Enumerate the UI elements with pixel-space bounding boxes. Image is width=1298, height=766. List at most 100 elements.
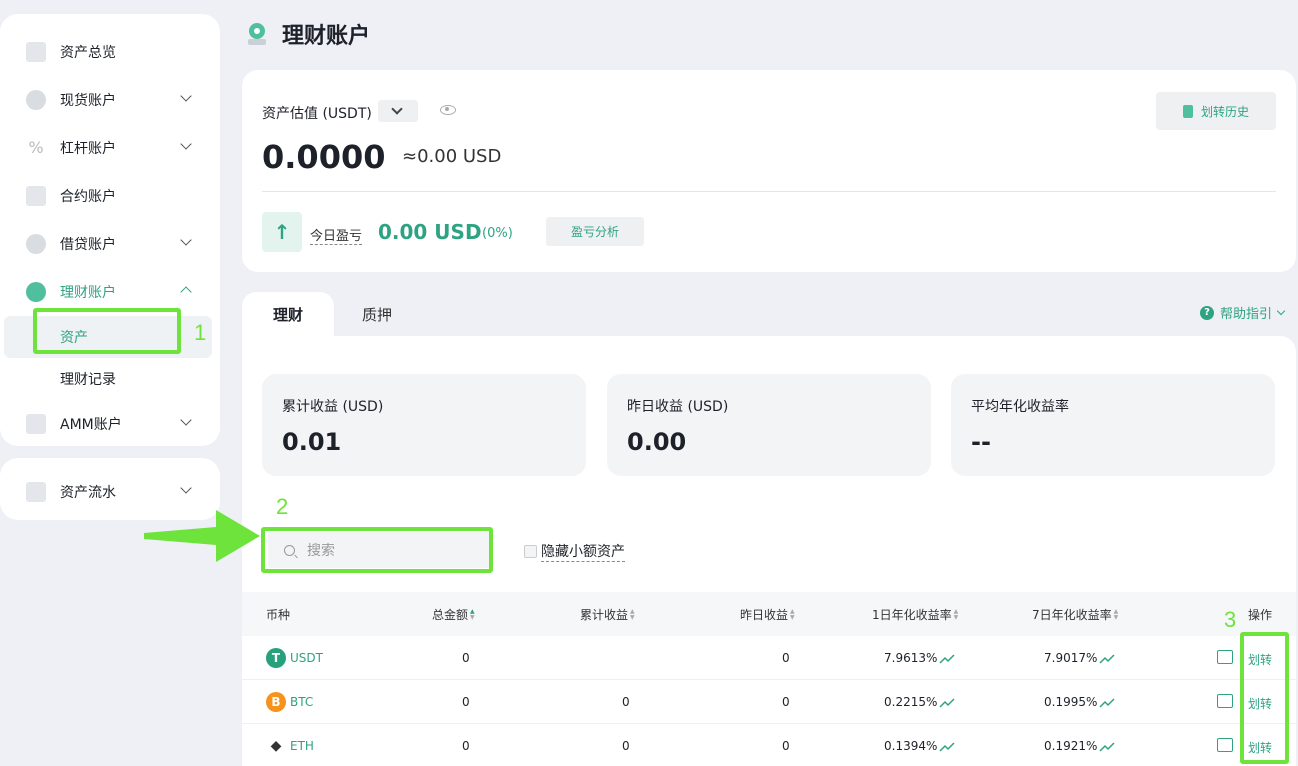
annotation-number-2: 2	[276, 494, 289, 519]
chart-icon[interactable]	[1217, 694, 1233, 708]
sidebar-item-label: 资产流水	[60, 485, 116, 501]
table-row: B BTC 0 0 0 0.2215% 0.1995% 划转	[242, 680, 1296, 724]
sidebar-item-loan[interactable]: 借贷账户	[0, 220, 220, 268]
trend-up-icon	[939, 697, 955, 708]
total-cell: 0	[462, 739, 470, 753]
stat-label: 累计收益 (USD)	[282, 399, 384, 415]
apr7-cell: 0.1995%	[1044, 695, 1115, 709]
transfer-history-label: 划转历史	[1200, 104, 1249, 119]
stat-card-apr: 平均年化收益率 --	[951, 374, 1275, 476]
usdt-icon: T	[266, 648, 286, 668]
chevron-down-icon	[180, 234, 192, 246]
chevron-down-icon	[180, 482, 192, 494]
search-input[interactable]: 搜索	[268, 532, 490, 568]
page-title: 理财账户	[246, 18, 370, 50]
estimate-approx: ≈0.00 USD	[402, 146, 502, 167]
sidebar-item-label: AMM账户	[60, 417, 122, 433]
col-apr-1d[interactable]: 1日年化收益率 ▲ ▼	[872, 606, 958, 623]
total-cell: 0	[462, 695, 470, 709]
col-action: 操作	[1248, 608, 1273, 622]
chevron-down-icon	[180, 138, 192, 150]
transfer-link[interactable]: 划转	[1248, 695, 1272, 712]
col-apr-7d[interactable]: 7日年化收益率 ▲ ▼	[1032, 606, 1118, 623]
apr1-cell: 7.9613%	[884, 651, 955, 665]
estimate-value: 0.0000	[262, 138, 386, 176]
estimate-label: 资产估值 (USDT)	[262, 106, 372, 122]
tab-earn[interactable]: 理财	[242, 292, 334, 336]
sidebar: 资产总览 现货账户 % 杠杆账户 合约账户 借贷账户 理财账户 资产 理财记录 …	[0, 14, 220, 446]
help-guide-link[interactable]: ? 帮助指引	[1199, 303, 1286, 322]
col-cumulative[interactable]: 累计收益 ▲ ▼	[580, 606, 635, 623]
annotation-number-3: 3	[1224, 607, 1237, 632]
coin-cell[interactable]: ◆ ETH	[266, 736, 314, 756]
tab-bar: 理财 质押 ? 帮助指引	[242, 292, 1296, 336]
sidebar-item-amm[interactable]: AMM账户	[0, 400, 220, 448]
sidebar-item-label: 理财账户	[60, 285, 116, 301]
search-icon	[284, 544, 295, 556]
sort-icon: ▲ ▼	[630, 607, 635, 621]
sidebar-item-spot[interactable]: 现货账户	[0, 76, 220, 124]
sidebar-subitem-assets[interactable]: 资产	[4, 316, 212, 358]
amm-icon	[26, 414, 46, 434]
sidebar-subitem-label: 资产	[60, 330, 88, 346]
cumulative-cell: 0	[622, 739, 630, 753]
chevron-up-icon	[180, 286, 192, 298]
today-pnl-label: 今日盈亏	[310, 225, 363, 245]
stat-card-yesterday: 昨日收益 (USD) 0.00	[607, 374, 931, 476]
trend-up-icon	[1099, 697, 1115, 708]
sort-icon: ▲ ▼	[953, 607, 959, 621]
stat-value: --	[971, 428, 991, 456]
divider	[262, 191, 1276, 192]
trend-up-icon	[1099, 741, 1115, 752]
summary-card: 资产估值 (USDT) 0.0000 ≈0.00 USD 划转历史 ↑ 今日盈亏…	[242, 70, 1296, 272]
transfer-link[interactable]: 划转	[1248, 651, 1272, 668]
annotation-number-1: 1	[194, 320, 207, 345]
document-icon	[1182, 104, 1193, 118]
sort-icon: ▲ ▼	[470, 607, 475, 621]
earn-icon	[26, 282, 46, 302]
trend-up-icon	[939, 741, 955, 752]
yesterday-cell: 0	[782, 651, 790, 665]
checkbox[interactable]	[524, 545, 537, 558]
transfer-history-button[interactable]: 划转历史	[1156, 92, 1276, 130]
sidebar-subitem-earn-records[interactable]: 理财记录	[0, 358, 220, 400]
sidebar-item-earn[interactable]: 理财账户	[0, 268, 220, 316]
coin-cell[interactable]: T USDT	[266, 648, 323, 668]
total-cell: 0	[462, 651, 470, 665]
today-pnl-value: 0.00 USD	[378, 220, 482, 244]
arrow-right-icon	[144, 510, 260, 562]
pnl-analysis-button[interactable]: 盈亏分析	[546, 217, 644, 246]
percent-icon: %	[28, 138, 44, 157]
apr7-cell: 0.1921%	[1044, 739, 1115, 753]
stat-label: 平均年化收益率	[971, 399, 1069, 415]
col-total[interactable]: 总金额 ▲ ▼	[432, 606, 475, 623]
transfer-link[interactable]: 划转	[1248, 739, 1272, 756]
coin-cell[interactable]: B BTC	[266, 692, 313, 712]
stat-value: 0.00	[627, 428, 687, 456]
search-placeholder: 搜索	[307, 543, 335, 559]
apr1-cell: 0.1394%	[884, 739, 955, 753]
eye-icon[interactable]	[440, 105, 456, 115]
chevron-down-icon	[180, 414, 192, 426]
ledger-icon	[26, 482, 46, 502]
tab-staking[interactable]: 质押	[362, 292, 392, 336]
spot-icon	[26, 90, 46, 110]
earn-account-icon	[246, 22, 268, 46]
stat-label: 昨日收益 (USD)	[627, 399, 729, 415]
hide-small-assets-checkbox[interactable]: 隐藏小额资产	[524, 541, 625, 562]
trend-up-icon	[1099, 653, 1115, 664]
sidebar-item-label: 合约账户	[60, 189, 116, 205]
sidebar-item-label: 借贷账户	[60, 237, 116, 253]
col-yesterday[interactable]: 昨日收益 ▲ ▼	[740, 606, 795, 623]
sidebar-item-margin[interactable]: % 杠杆账户	[0, 124, 220, 172]
chart-icon[interactable]	[1217, 650, 1233, 664]
chart-icon[interactable]	[1217, 738, 1233, 752]
sidebar-item-futures[interactable]: 合约账户	[0, 172, 220, 220]
chevron-down-icon	[180, 90, 192, 102]
col-coin: 币种	[266, 608, 291, 622]
yesterday-cell: 0	[782, 739, 790, 753]
sidebar-item-asset-overview[interactable]: 资产总览	[0, 28, 220, 76]
apr7-cell: 7.9017%	[1044, 651, 1115, 665]
overview-icon	[26, 42, 46, 62]
unit-dropdown[interactable]	[378, 100, 418, 122]
